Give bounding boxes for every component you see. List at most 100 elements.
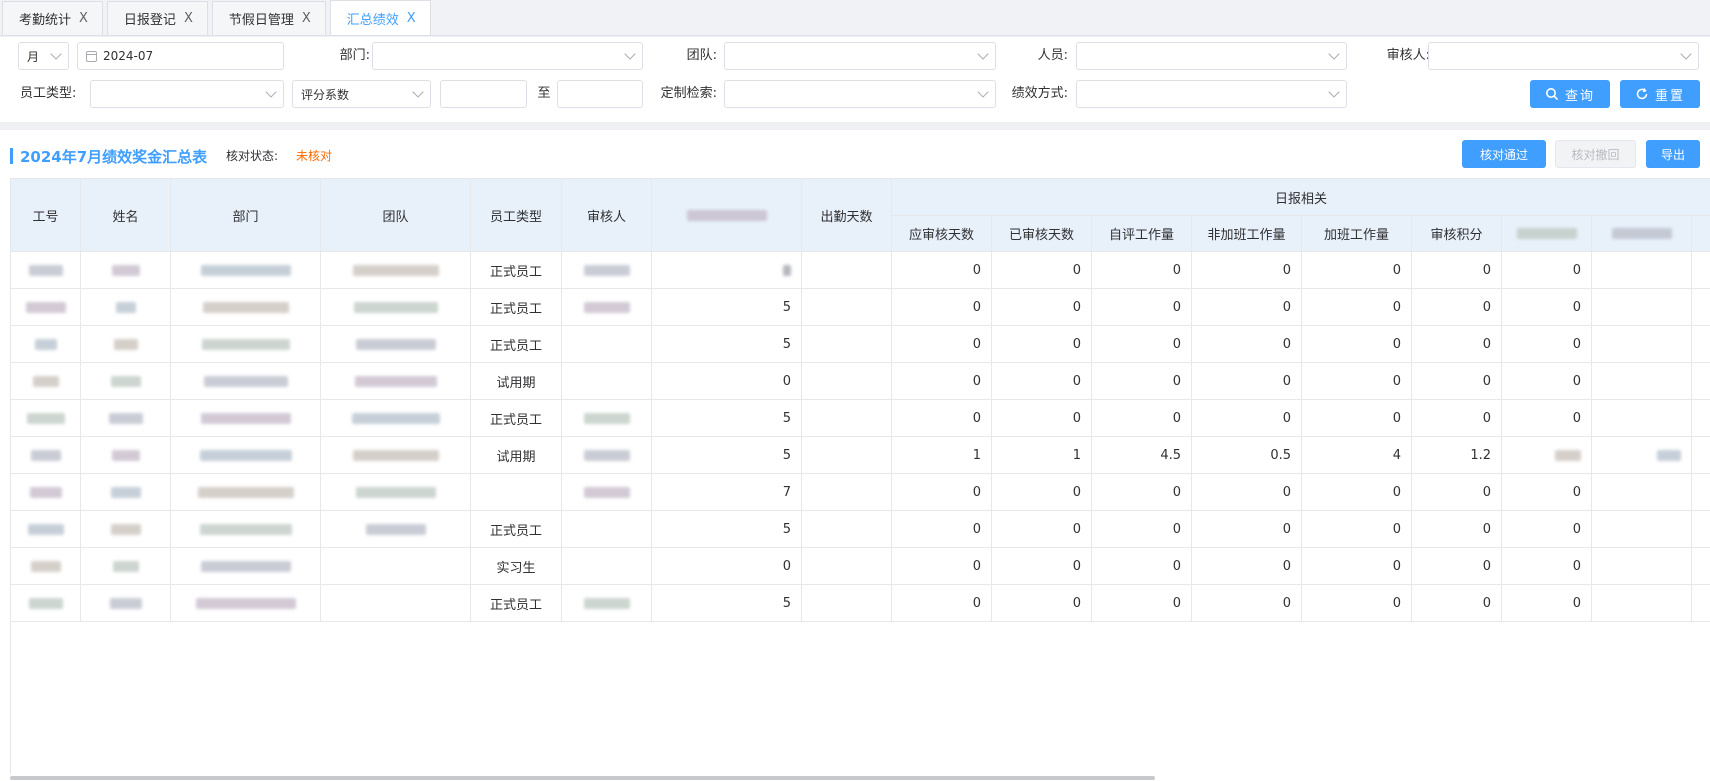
period-type-value: 月 <box>27 49 40 64</box>
table-cell-redacted <box>321 548 471 585</box>
table-cell-attendance <box>802 437 892 474</box>
export-button[interactable]: 导出 <box>1646 140 1700 168</box>
range-min-input[interactable] <box>440 80 527 108</box>
query-button-label: 查询 <box>1564 88 1595 104</box>
table-cell-review-score: 0 <box>1412 363 1502 400</box>
redacted-value <box>583 264 630 276</box>
revoke-button[interactable]: 核对撤回 <box>1555 140 1636 168</box>
table-cell-non-overtime: 0 <box>1192 289 1302 326</box>
table-cell-reviewed: 0 <box>992 511 1092 548</box>
table-cell-overtime: 4 <box>1302 437 1412 474</box>
table-cell-redacted <box>11 474 81 511</box>
table-cell-non-overtime: 0 <box>1192 363 1302 400</box>
chevron-down-icon <box>50 48 62 60</box>
dept-select[interactable] <box>372 42 643 70</box>
tab-holiday-mgmt[interactable]: 节假日管理 X <box>211 1 326 35</box>
emp-type-select[interactable] <box>90 80 284 108</box>
table-cell-emp-type: 试用期 <box>471 437 562 474</box>
team-select[interactable] <box>724 42 996 70</box>
summary-table: 工号 姓名 部门 团队 员工类型 审核人 出勤天数 日报相关 应审核天数 已审核天数 自评工作量 非加… <box>10 178 1710 774</box>
table-cell-reviewer <box>562 326 652 363</box>
table-cell-redacted <box>171 548 321 585</box>
reviewer-label: 审核人: <box>1386 48 1430 63</box>
table-cell-col7: 0 <box>652 363 802 400</box>
tab-attendance-stats[interactable]: 考勤统计 X <box>2 1 103 35</box>
redacted-value <box>199 449 292 461</box>
person-select[interactable] <box>1076 42 1347 70</box>
date-value: 2024-07 <box>103 49 154 63</box>
score-factor-select[interactable]: 评分系数 <box>292 80 431 108</box>
redacted-value <box>110 375 141 387</box>
query-button[interactable]: 查询 <box>1530 80 1610 108</box>
approve-button[interactable]: 核对通过 <box>1462 140 1546 168</box>
redacted-value <box>34 338 57 350</box>
table-cell-reviewed: 0 <box>992 585 1092 622</box>
table-cell-col14: 0 <box>1502 252 1592 289</box>
approve-button-label: 核对通过 <box>1479 147 1528 162</box>
table-cell-attendance <box>802 585 892 622</box>
table-cell-redacted <box>1692 585 1710 622</box>
table-cell-redacted <box>171 437 321 474</box>
table-cell-non-overtime: 0 <box>1192 400 1302 437</box>
table-cell-redacted <box>11 511 81 548</box>
table-cell-non-overtime: 0 <box>1192 252 1302 289</box>
horizontal-scrollbar[interactable] <box>10 776 1155 780</box>
close-icon[interactable]: X <box>79 11 88 26</box>
table-cell-redacted <box>1692 289 1710 326</box>
header-name: 姓名 <box>81 179 171 252</box>
table-cell-non-overtime: 0 <box>1192 548 1302 585</box>
check-status-label: 核对状态: <box>226 149 279 163</box>
table-cell-reviewer <box>562 585 652 622</box>
table-cell-attendance <box>802 548 892 585</box>
perf-mode-select[interactable] <box>1076 80 1347 108</box>
table-cell-self-eval: 0 <box>1092 289 1192 326</box>
table-cell-review-score: 0 <box>1412 252 1502 289</box>
date-picker[interactable]: 2024-07 <box>77 42 284 70</box>
table-cell-emp-type <box>471 474 562 511</box>
table-cell-redacted <box>11 363 81 400</box>
redacted-value <box>202 301 289 313</box>
custom-search-label: 定制检索: <box>660 86 717 101</box>
table-cell-self-eval: 0 <box>1092 548 1192 585</box>
table-cell-review-score: 0 <box>1412 511 1502 548</box>
tab-daily-report[interactable]: 日报登记 X <box>106 1 208 35</box>
table-cell-reviewed: 0 <box>992 548 1092 585</box>
redacted-value <box>583 412 630 424</box>
redacted-value <box>1555 449 1581 461</box>
table-cell-self-eval: 0 <box>1092 400 1192 437</box>
header-redacted <box>1592 216 1692 252</box>
range-max-input[interactable] <box>557 80 643 108</box>
redacted-value <box>113 338 138 350</box>
redacted-value <box>108 412 143 424</box>
table-cell-redacted <box>81 511 171 548</box>
table-cell-redacted <box>171 585 321 622</box>
table-cell-redacted <box>81 289 171 326</box>
table-cell-redacted <box>11 437 81 474</box>
table-cell-redacted <box>321 437 471 474</box>
period-type-select[interactable]: 月 <box>18 42 69 70</box>
table-cell-redacted <box>171 252 321 289</box>
custom-search-select[interactable] <box>724 80 996 108</box>
tab-summary-performance[interactable]: 汇总绩效 X <box>329 0 431 35</box>
redacted-value <box>352 449 439 461</box>
close-icon[interactable]: X <box>302 11 311 26</box>
close-icon[interactable]: X <box>184 11 193 26</box>
table-cell-col7: 5 <box>652 437 802 474</box>
table-cell-col14: 0 <box>1502 363 1592 400</box>
close-icon[interactable]: X <box>407 11 416 26</box>
reset-button[interactable]: 重置 <box>1620 80 1700 108</box>
table-cell-redacted <box>1692 511 1710 548</box>
reviewer-select[interactable] <box>1428 42 1699 70</box>
table-cell-reviewed: 0 <box>992 363 1092 400</box>
redacted-value <box>197 486 294 498</box>
redacted-value <box>26 412 65 424</box>
table-cell-col14: 0 <box>1502 511 1592 548</box>
header-emp-type: 员工类型 <box>471 179 562 252</box>
table-cell-non-overtime: 0 <box>1192 511 1302 548</box>
header-dept: 部门 <box>171 179 321 252</box>
table-cell-redacted <box>321 474 471 511</box>
chevron-down-icon <box>977 48 989 60</box>
page-title-text: 2024年7月绩效奖金汇总表 <box>20 147 208 166</box>
table-cell-col14: 0 <box>1502 585 1592 622</box>
table-cell-overtime: 0 <box>1302 548 1412 585</box>
